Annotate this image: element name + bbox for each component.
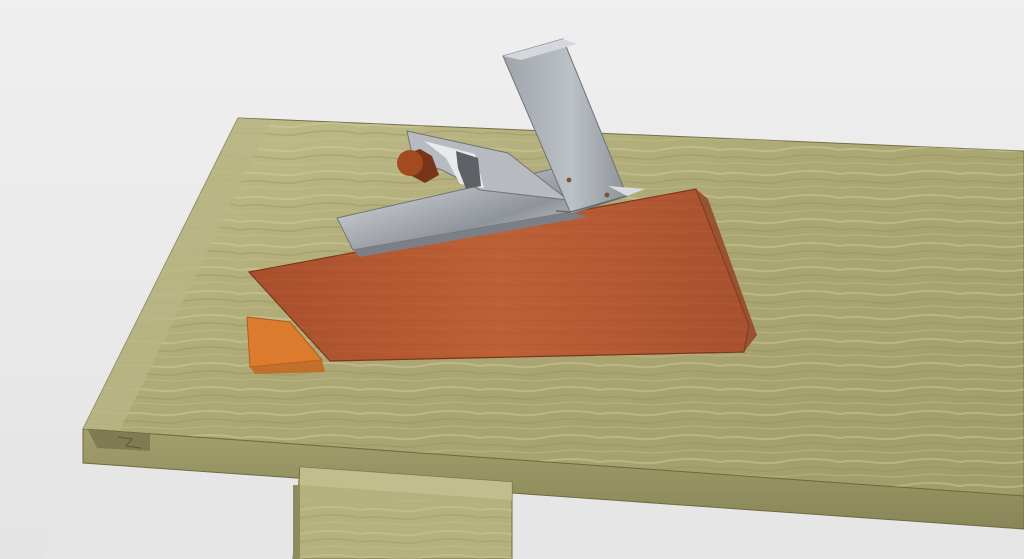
square-rivet-2	[604, 192, 610, 198]
plane-knob-face	[397, 150, 423, 176]
bench-leg-side	[293, 485, 300, 559]
bench-leg-grain	[300, 500, 512, 559]
3d-workbench-scene	[0, 0, 1024, 559]
square-rivet-1	[566, 177, 572, 183]
scene-svg	[0, 0, 1024, 559]
